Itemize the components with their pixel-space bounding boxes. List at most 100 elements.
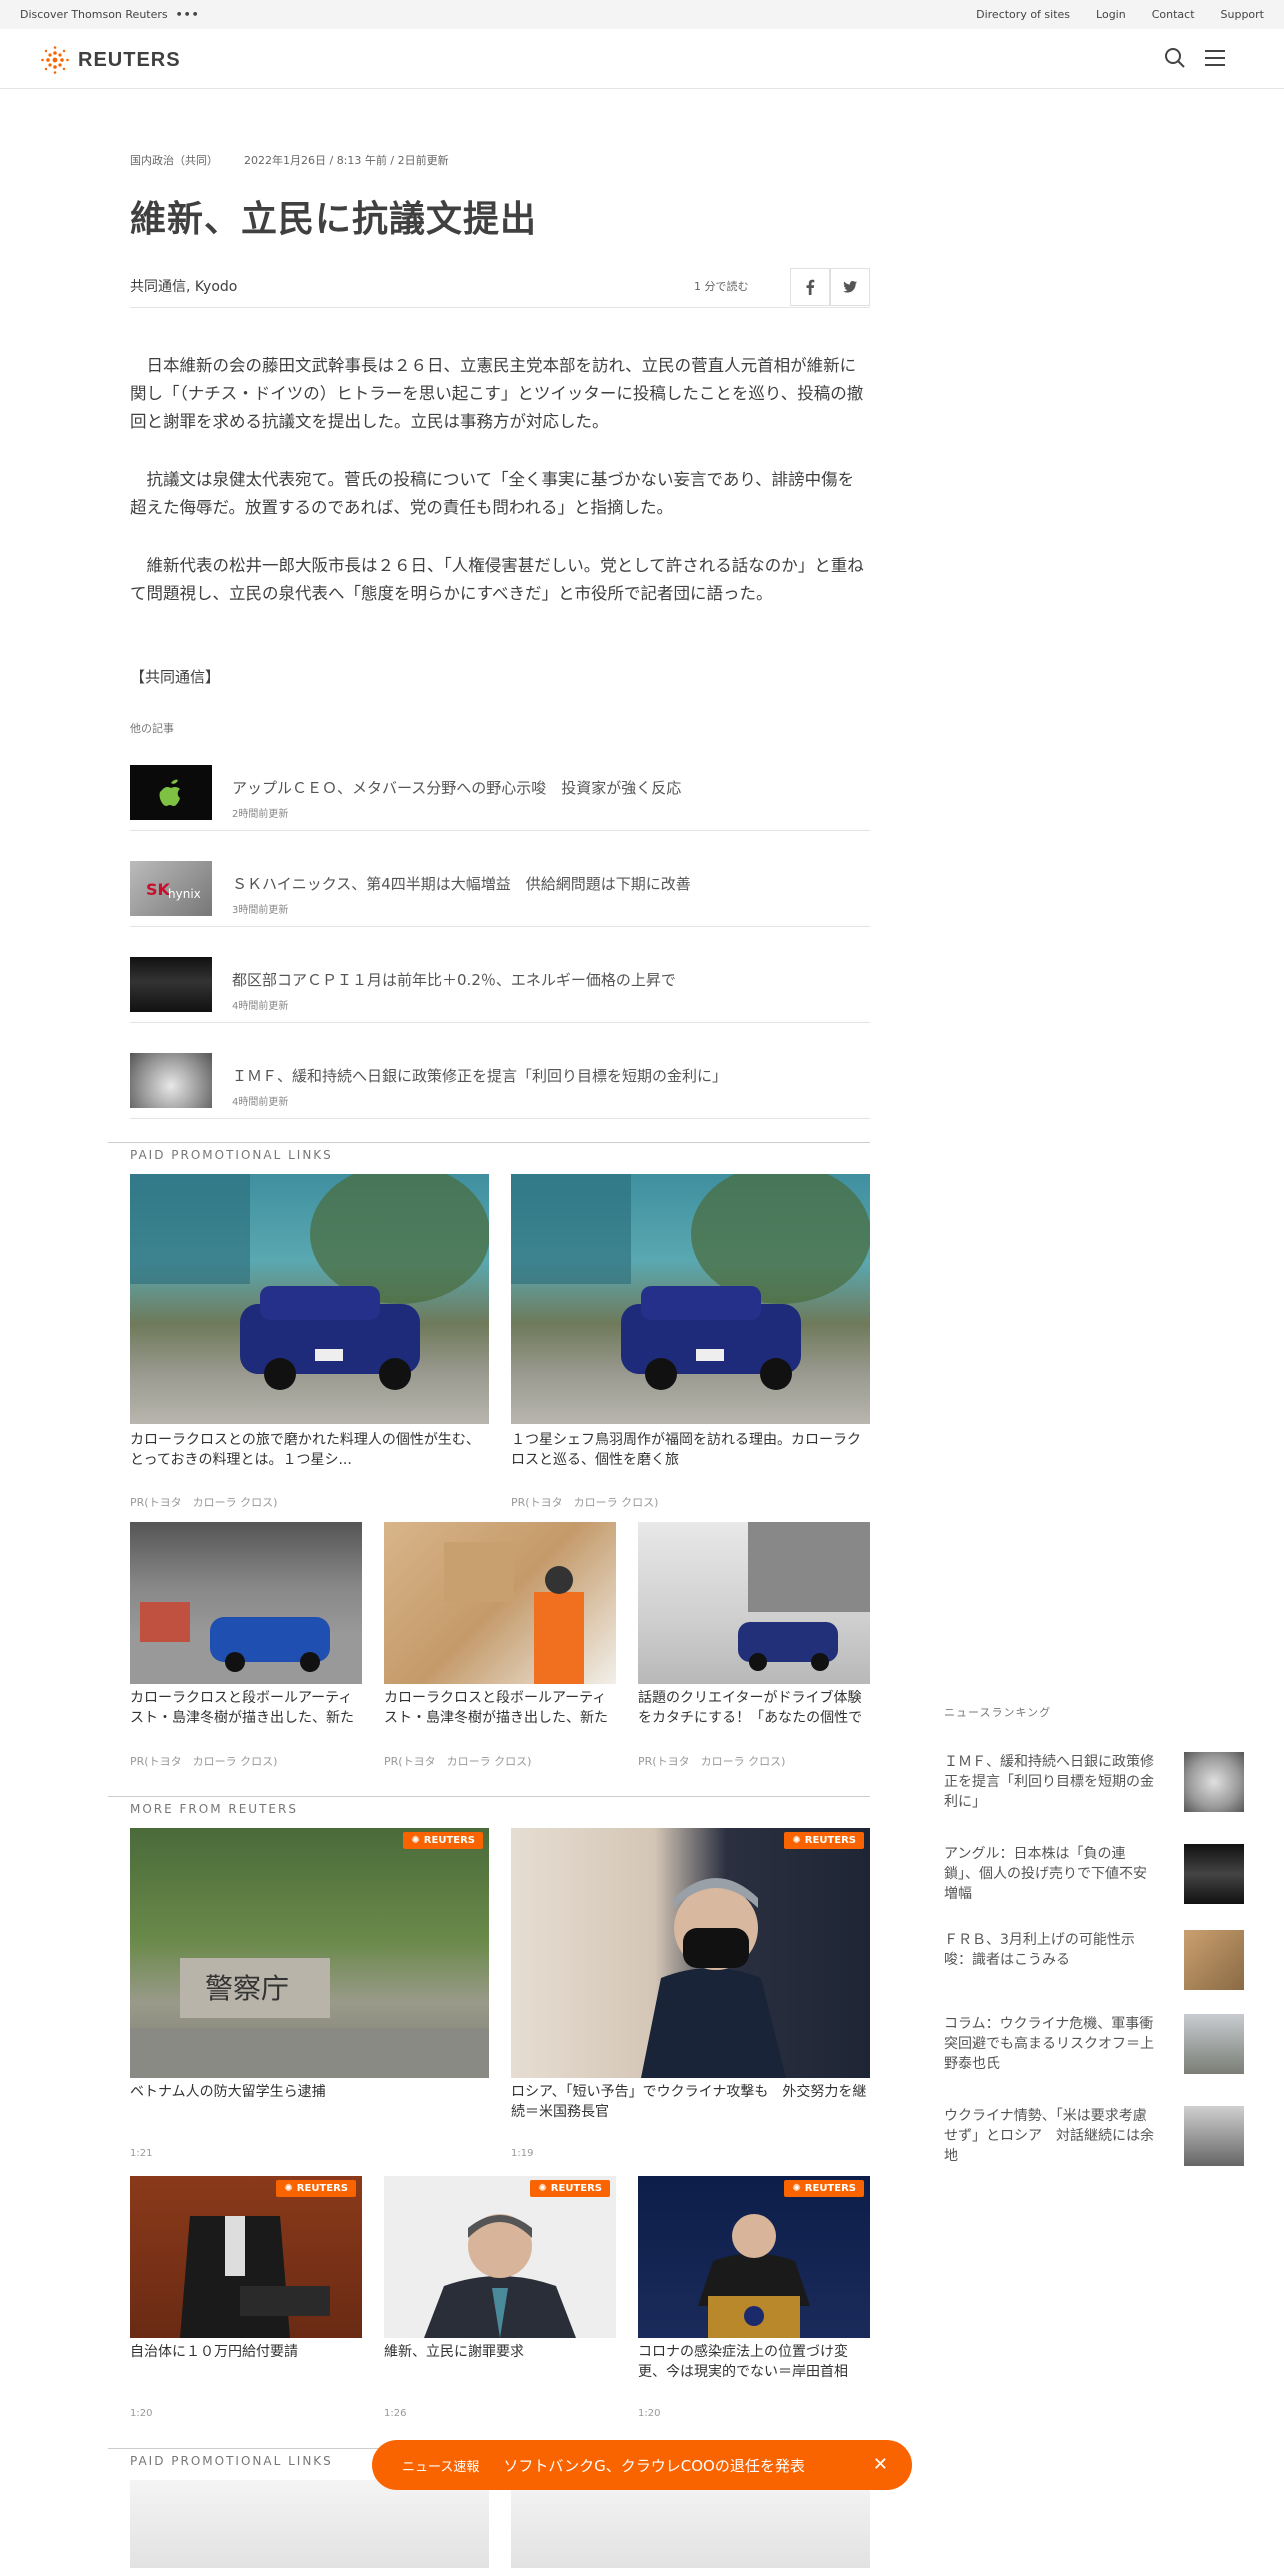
article-paragraph: 日本維新の会の藤田文武幹事長は２６日、立憲民主党本部を訪れ、立民の菅直人元首相が… [130,356,864,431]
news-headline[interactable]: コロナの感染症法上の位置づけ変更、今は現実的でない＝岸田首相 [638,2342,870,2382]
apple-logo-icon [159,779,180,806]
related-time: 4時間前更新 [232,1097,289,1108]
article-date: 2022年1月26日 / 8:13 午前 / 2日前更新 [244,154,449,167]
more-from-heading: MORE FROM REUTERS [108,1796,870,1821]
promo-source: PR(トヨタ カローラ クロス) [511,1496,659,1509]
ranking-title: アングル：日本株は「負の連鎖」、個人の投げ売りで下値不安増幅 [944,1846,1147,1902]
facebook-share-button[interactable] [790,268,830,306]
news-time: 1:20 [638,2408,661,2419]
login-link[interactable]: Login [1096,8,1126,21]
ranking-title: ＦＲＢ、3月利上げの可能性示唆：識者はこうみる [944,1932,1135,1968]
news-image[interactable]: ✺ REUTERS [638,2176,870,2338]
badge-logo-icon: ✺ [792,1835,801,1846]
ranking-title: コラム：ウクライナ危機、軍事衝突回避でも高まるリスクオフ＝上野泰也氏 [944,2016,1154,2072]
promo-text[interactable]: カローラクロスと段ボールアーティスト・島津冬樹が描き出した、新たな個性、新たな [384,1688,616,1728]
svg-text:警察庁: 警察庁 [205,1972,289,2005]
news-time: 1:20 [130,2408,153,2419]
news-headline[interactable]: 自治体に１０万円給付要請 [130,2342,362,2362]
badge-logo-icon: ✺ [538,2183,547,2194]
directory-link[interactable]: Directory of sites [976,8,1070,21]
badge-text: REUTERS [423,1835,475,1846]
related-title: ＩＭＦ、緩和持続へ日銀に政策修正を提言「利回り目標を短期の金利に」 [232,1067,728,1085]
twitter-share-button[interactable] [830,268,870,306]
reuters-badge: ✺ REUTERS [530,2180,610,2197]
badge-logo-icon: ✺ [411,1835,420,1846]
breaking-news-bar[interactable]: ニュース速報 ソフトバンクG、クラウレCOOの退任を発表 ✕ [372,2440,912,2490]
reuters-badge: ✺ REUTERS [403,1832,483,1849]
support-link[interactable]: Support [1221,8,1264,21]
promo-text[interactable]: 話題のクリエイターがドライブ体験をカタチにする！「あなたの個性で完成する [638,1688,870,1728]
news-time: 1:26 [384,2408,407,2419]
related-title: ＳＫハイニックス、第4四半期は大幅増益 供給網問題は下期に改善 [232,875,691,893]
promo-image[interactable] [130,1522,362,1684]
badge-text: REUTERS [296,2183,348,2194]
site-header: REUTERS [0,29,1284,89]
ranking-thumbnail [1184,1752,1244,1812]
ranking-thumbnail [1184,1844,1244,1904]
promo-source: PR(トヨタ カローラ クロス) [384,1755,532,1768]
ranking-title: ウクライナ情勢、「米は要求考慮せず」とロシア 対話継続には余地 [944,2108,1154,2164]
related-article[interactable]: アップルＣＥＯ、メタバース分野への野心示唆 投資家が強く反応 2時間前更新 [130,735,870,831]
breaking-text[interactable]: ソフトバンクG、クラウレCOOの退任を発表 [503,2455,804,2476]
promo-text[interactable]: カローラクロスとの旅で磨かれた料理人の個性が生む、とっておきの料理とは。１つ星シ… [130,1430,489,1470]
news-image[interactable]: ✺ REUTERS [384,2176,616,2338]
menu-icon[interactable] [1204,49,1226,67]
related-article[interactable]: ＩＭＦ、緩和持続へ日銀に政策修正を提言「利回り目標を短期の金利に」 4時間前更新 [130,1023,870,1119]
related-article[interactable]: SK hynix ＳＫハイニックス、第4四半期は大幅増益 供給網問題は下期に改善 … [130,831,870,927]
reuters-logo[interactable]: REUTERS [40,45,181,75]
news-image[interactable]: ✺ REUTERS [511,1828,870,2078]
sk-hynix-logo-icon: SKhynix [146,880,201,901]
kishida-photo [698,2214,810,2338]
search-icon[interactable] [1164,47,1186,69]
promo-image[interactable] [511,2480,870,2568]
promo-car-image [130,1174,489,1390]
related-time: 2時間前更新 [232,809,289,820]
promo-car-image [511,1174,870,1390]
news-headline[interactable]: ベトナム人の防大留学生ら逮捕 [130,2082,489,2102]
reuters-badge: ✺ REUTERS [276,2180,356,2197]
related-title: 都区部コアＣＰＩ１月は前年比＋0.2％、エネルギー価格の上昇で [232,971,676,989]
reuters-badge: ✺ REUTERS [784,2180,864,2197]
other-articles-heading: 他の記事 [130,722,174,735]
promo-text[interactable]: １つ星シェフ鳥羽周作が福岡を訪れる理由。カローラクロスと巡る、個性を磨く旅 [511,1430,870,1470]
article-paragraph: 抗議文は泉健太代表宛て。菅氏の投稿について「全く事実に基づかない妄言であり、誹謗… [130,470,855,517]
related-title: アップルＣＥＯ、メタバース分野への野心示唆 投資家が強く反応 [232,779,682,797]
promo-car-image [130,1602,362,1684]
promo-image[interactable] [511,1174,870,1424]
badge-text: REUTERS [550,2183,602,2194]
article-category[interactable]: 国内政治（共同） [130,152,218,168]
parliament-photo [180,2216,330,2338]
ranking-thumbnail [1184,2106,1244,2166]
news-image[interactable]: 警察庁 ✺ REUTERS [130,1828,489,2078]
related-article[interactable]: 都区部コアＣＰＩ１月は前年比＋0.2％、エネルギー価格の上昇で 4時間前更新 [130,927,870,1023]
discover-link[interactable]: Discover Thomson Reuters [20,8,168,21]
ranking-title: ＩＭＦ、緩和持続へ日銀に政策修正を提言「利回り目標を短期の金利に」 [944,1754,1154,1810]
svg-text:hynix: hynix [168,887,201,901]
article-source: 【共同通信】 [130,668,221,686]
news-image[interactable]: ✺ REUTERS [130,2176,362,2338]
promo-image[interactable] [638,1522,870,1684]
author-name[interactable]: 共同通信, Kyodo [130,276,237,296]
blinken-photo [641,1878,786,2078]
more-dots-icon[interactable]: ••• [176,8,200,21]
news-headline[interactable]: 維新、立民に謝罪要求 [384,2342,616,2362]
promo-text[interactable]: カローラクロスと段ボールアーティスト・島津冬樹が描き出した、新たな個性、新たな [130,1688,362,1728]
kan-portrait [424,2214,576,2338]
breaking-label: ニュース速報 [402,2459,480,2475]
badge-text: REUTERS [804,1835,856,1846]
badge-logo-icon: ✺ [284,2183,293,2194]
read-time: 1 分で読む [694,280,749,293]
reuters-logo-icon [41,46,69,74]
contact-link[interactable]: Contact [1152,8,1195,21]
related-thumbnail [130,1053,212,1108]
svg-text:SK: SK [146,880,171,899]
news-headline[interactable]: ロシア、「短い予告」でウクライナ攻撃も 外交努力を継続＝米国務長官 [511,2082,870,2122]
promo-image[interactable] [384,1522,616,1684]
promo-source: PR(トヨタ カローラ クロス) [638,1755,786,1768]
twitter-icon [843,281,857,293]
promo-heading: PAID PROMOTIONAL LINKS [108,1142,870,1167]
promo-image[interactable] [130,1174,489,1424]
article-paragraph: 維新代表の松井一郎大阪市長は２６日、「人権侵害甚だしい。党として許される話なのか… [130,556,864,603]
close-icon[interactable]: ✕ [873,2454,888,2475]
promo-image[interactable] [130,2480,489,2568]
